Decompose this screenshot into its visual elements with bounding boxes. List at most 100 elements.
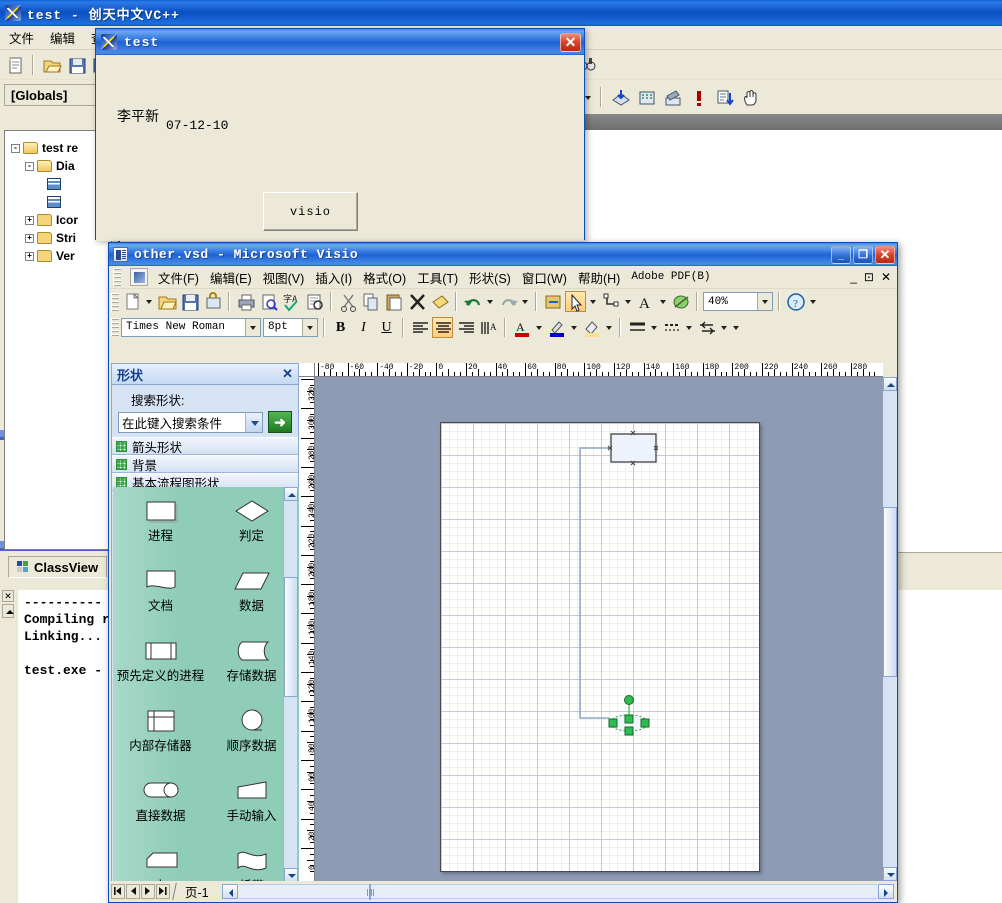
toolbar-options-icon[interactable] <box>731 317 741 338</box>
new-dropdown-icon[interactable] <box>144 291 154 312</box>
tree-row[interactable]: - Dia <box>9 157 109 175</box>
format-painter-icon[interactable] <box>429 291 450 312</box>
stencil-shape-document[interactable]: 文档 <box>115 563 206 633</box>
chevron-down-icon[interactable] <box>757 293 772 310</box>
italic-button[interactable]: I <box>353 317 374 338</box>
visio-menu-help[interactable]: 帮助(H) <box>577 266 621 289</box>
visio-formatting-toolbar[interactable]: Times New Roman 8pt B I U A A <box>109 314 897 340</box>
visio-titlebar[interactable]: other.vsd - Microsoft Visio _ ❐ ✕ <box>109 243 897 266</box>
permission-icon[interactable] <box>202 291 223 312</box>
print-icon[interactable] <box>235 291 256 312</box>
drawing-canvas[interactable] <box>315 377 883 881</box>
tree-toggle-icon[interactable]: + <box>25 233 34 243</box>
undo-icon[interactable] <box>462 291 483 312</box>
stencil-scrollbar[interactable] <box>283 487 298 882</box>
connector-dropdown-icon[interactable] <box>623 291 633 312</box>
save-file-icon[interactable] <box>65 54 87 76</box>
font-name-combo[interactable]: Times New Roman <box>121 317 261 337</box>
tree-row[interactable]: - test re <box>9 139 109 157</box>
canvas-horizontal-scrollbar[interactable] <box>221 884 894 900</box>
pointer-dropdown-icon[interactable] <box>588 291 598 312</box>
vc-debug-toolbar[interactable] <box>583 82 761 112</box>
page-tab-strip[interactable]: 页-1 <box>109 881 221 902</box>
drawing-area[interactable]: -80 -60 -40 -20 0 20 40 60 80 100 120 140 160 180 200 2… <box>299 363 897 902</box>
align-center-icon[interactable] <box>432 316 453 338</box>
visio-menu-adobe-pdf[interactable]: Adobe PDF(B) <box>630 269 711 285</box>
tree-row[interactable] <box>9 175 109 193</box>
scroll-down-icon[interactable] <box>284 868 298 882</box>
spelling-icon[interactable]: 字A <box>281 291 302 312</box>
scroll-left-icon[interactable] <box>221 884 238 899</box>
maximize-icon[interactable]: ❐ <box>853 245 873 264</box>
chevron-down-icon[interactable] <box>245 318 260 336</box>
compile-icon[interactable] <box>609 86 631 108</box>
doc-close-icon[interactable]: ✕ <box>881 270 891 284</box>
visio-menu-shape[interactable]: 形状(S) <box>468 266 512 289</box>
shapes-panel[interactable]: 形状 ✕ 搜索形状: 在此键入搜索条件 ➜ 箭头形状 背景 基本流程图形状 进程… <box>111 363 299 902</box>
stencil-header-background[interactable]: 背景 <box>112 455 298 473</box>
scrollbar-thumb[interactable] <box>883 507 897 677</box>
align-right-icon[interactable] <box>455 317 476 338</box>
visio-menu-tools[interactable]: 工具(T) <box>416 266 459 289</box>
line-ends-dropdown-icon[interactable] <box>719 317 729 338</box>
line-weight-dropdown-icon[interactable] <box>649 317 659 338</box>
hyperlink-icon[interactable] <box>542 291 563 312</box>
align-left-icon[interactable] <box>409 317 430 338</box>
drawing-page[interactable] <box>440 422 760 872</box>
font-size-combo[interactable]: 8pt <box>263 317 318 337</box>
redo-dropdown-icon[interactable] <box>520 291 530 312</box>
tree-toggle-icon[interactable]: - <box>11 143 20 153</box>
rebuild-icon[interactable] <box>661 86 683 108</box>
vc-menu-file[interactable]: 文件 <box>6 26 37 49</box>
font-color-dropdown-icon[interactable] <box>534 317 544 338</box>
tree-row[interactable] <box>9 193 109 211</box>
scrollbar-thumb[interactable] <box>368 884 371 900</box>
visio-doc-icon[interactable] <box>130 268 148 286</box>
test-dialog-window[interactable]: test ✕ 李平新 07-12-10 visio <box>95 28 585 241</box>
text-tool-icon[interactable]: A <box>635 291 656 312</box>
scrollbar-track[interactable] <box>238 884 877 900</box>
visio-menu-format[interactable]: 格式(O) <box>362 266 407 289</box>
undo-dropdown-icon[interactable] <box>485 291 495 312</box>
close-icon[interactable]: ✕ <box>560 32 581 52</box>
line-weight-icon[interactable] <box>626 317 647 338</box>
page-shapes[interactable] <box>441 423 761 873</box>
scroll-right-icon[interactable] <box>878 884 894 899</box>
doc-restore-icon[interactable]: ⊡ <box>864 270 874 284</box>
stencil-header-arrows[interactable]: 箭头形状 <box>112 437 298 455</box>
pointer-tool-icon[interactable] <box>565 291 586 312</box>
stencil-shape-process[interactable]: 进程 <box>115 493 206 563</box>
toolbar-gripper[interactable] <box>111 318 119 336</box>
stencil-shape-list[interactable]: 进程 判定 文档 数据 预先定义的进程 存储数据 内部存储器 顺序数据 直接数据… <box>113 487 299 882</box>
new-document-icon[interactable] <box>121 291 142 312</box>
paste-icon[interactable] <box>383 291 404 312</box>
output-gutter[interactable]: ✕ <box>0 588 16 903</box>
page-tab[interactable]: 页-1 <box>172 883 221 900</box>
line-color-dropdown-icon[interactable] <box>569 317 579 338</box>
visio-menu-window[interactable]: 窗口(W) <box>521 266 568 289</box>
tree-row[interactable]: + Icor <box>9 211 109 229</box>
tree-toggle-icon[interactable]: + <box>25 215 34 225</box>
underline-button[interactable]: U <box>376 317 397 338</box>
help-icon[interactable]: ? <box>785 291 806 312</box>
build-icon[interactable] <box>635 86 657 108</box>
delete-icon[interactable] <box>406 291 427 312</box>
scroll-up-icon[interactable] <box>883 377 897 391</box>
new-file-icon[interactable] <box>4 54 26 76</box>
line-ends-icon[interactable] <box>696 317 717 338</box>
shapes-search-area[interactable]: 搜索形状: 在此键入搜索条件 ➜ <box>112 385 298 437</box>
font-color-icon[interactable]: A <box>511 317 532 338</box>
line-pattern-icon[interactable] <box>661 317 682 338</box>
scrollbar-thumb[interactable] <box>284 577 298 697</box>
debug-hand-icon[interactable] <box>739 86 761 108</box>
fill-color-dropdown-icon[interactable] <box>604 317 614 338</box>
chevron-down-icon[interactable] <box>302 318 317 336</box>
copy-icon[interactable] <box>360 291 381 312</box>
toolbar-options-icon[interactable] <box>808 291 818 312</box>
close-icon[interactable]: ✕ <box>875 245 895 264</box>
tree-row[interactable]: + Stri <box>9 229 109 247</box>
open-icon[interactable] <box>156 291 177 312</box>
line-color-icon[interactable] <box>546 317 567 338</box>
redo-icon[interactable] <box>497 291 518 312</box>
scroll-down-icon[interactable] <box>883 867 897 881</box>
